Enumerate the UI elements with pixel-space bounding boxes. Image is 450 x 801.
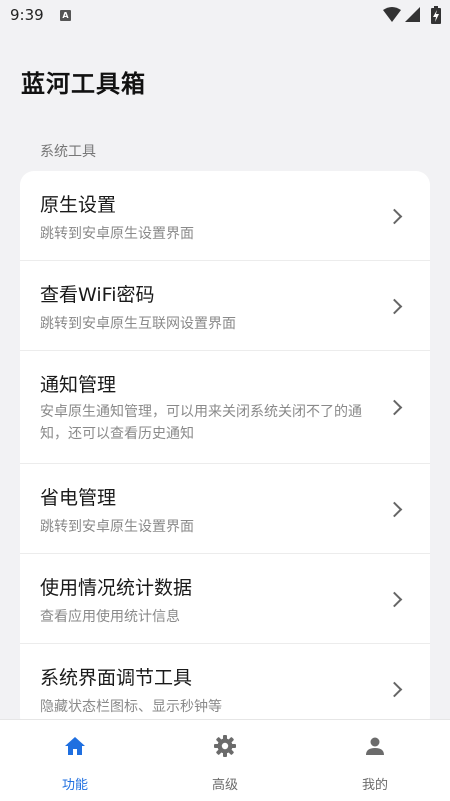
list-item-desc: 跳转到安卓原生设置界面	[40, 519, 194, 535]
list-item-desc: 安卓原生通知管理，可以用来关闭系统关闭不了的通知，还可以查看历史通知	[40, 404, 362, 442]
nav-label: 功能	[61, 778, 88, 793]
list-item-native-settings[interactable]: 原生设置 跳转到安卓原生设置界面	[20, 171, 430, 261]
bottom-nav: 功能 高级 我的	[0, 719, 450, 801]
list-item-desc: 隐藏状态栏图标、显示秒钟等	[40, 699, 222, 715]
chevron-right-icon	[386, 298, 403, 315]
nav-item-mine[interactable]: 我的	[300, 720, 450, 801]
status-bar: 9:39 A	[0, 0, 450, 32]
list-item-desc: 跳转到安卓原生互联网设置界面	[40, 316, 236, 332]
list-item-title: 省电管理	[40, 487, 117, 509]
home-icon	[63, 734, 87, 758]
list-item-title: 通知管理	[40, 374, 117, 396]
chevron-right-icon	[386, 501, 403, 518]
nav-label: 我的	[361, 778, 388, 793]
nav-label: 高级	[211, 778, 238, 793]
list-item-notification-management[interactable]: 通知管理 安卓原生通知管理，可以用来关闭系统关闭不了的通知，还可以查看历史通知	[20, 351, 430, 464]
list-item-wifi-password[interactable]: 查看WiFi密码 跳转到安卓原生互联网设置界面	[20, 261, 430, 351]
list-item-desc: 跳转到安卓原生设置界面	[40, 226, 194, 242]
notification-a-icon: A	[60, 10, 71, 21]
person-icon	[363, 734, 387, 758]
tools-card: 原生设置 跳转到安卓原生设置界面 查看WiFi密码 跳转到安卓原生互联网设置界面…	[20, 171, 430, 731]
wifi-icon	[383, 7, 401, 27]
chevron-right-icon	[386, 591, 403, 608]
section-label: 系统工具	[40, 144, 96, 160]
list-item-power-management[interactable]: 省电管理 跳转到安卓原生设置界面	[20, 464, 430, 554]
battery-charging-icon	[431, 6, 441, 28]
list-item-title: 查看WiFi密码	[40, 284, 155, 306]
chevron-right-icon	[386, 399, 403, 416]
list-item-desc: 查看应用使用统计信息	[40, 609, 180, 625]
page-title: 蓝河工具箱	[21, 70, 146, 98]
nav-item-advanced[interactable]: 高级	[150, 720, 300, 801]
chevron-right-icon	[386, 681, 403, 698]
list-item-usage-stats[interactable]: 使用情况统计数据 查看应用使用统计信息	[20, 554, 430, 644]
list-item-title: 使用情况统计数据	[40, 577, 193, 599]
status-time: 9:39	[10, 6, 44, 24]
list-item-title: 原生设置	[40, 194, 117, 216]
signal-icon	[405, 7, 421, 27]
list-item-system-ui-tuner[interactable]: 系统界面调节工具 隐藏状态栏图标、显示秒钟等	[20, 644, 430, 731]
chevron-right-icon	[386, 208, 403, 225]
gear-icon	[213, 734, 237, 758]
nav-item-features[interactable]: 功能	[0, 720, 150, 801]
list-item-title: 系统界面调节工具	[40, 667, 193, 689]
